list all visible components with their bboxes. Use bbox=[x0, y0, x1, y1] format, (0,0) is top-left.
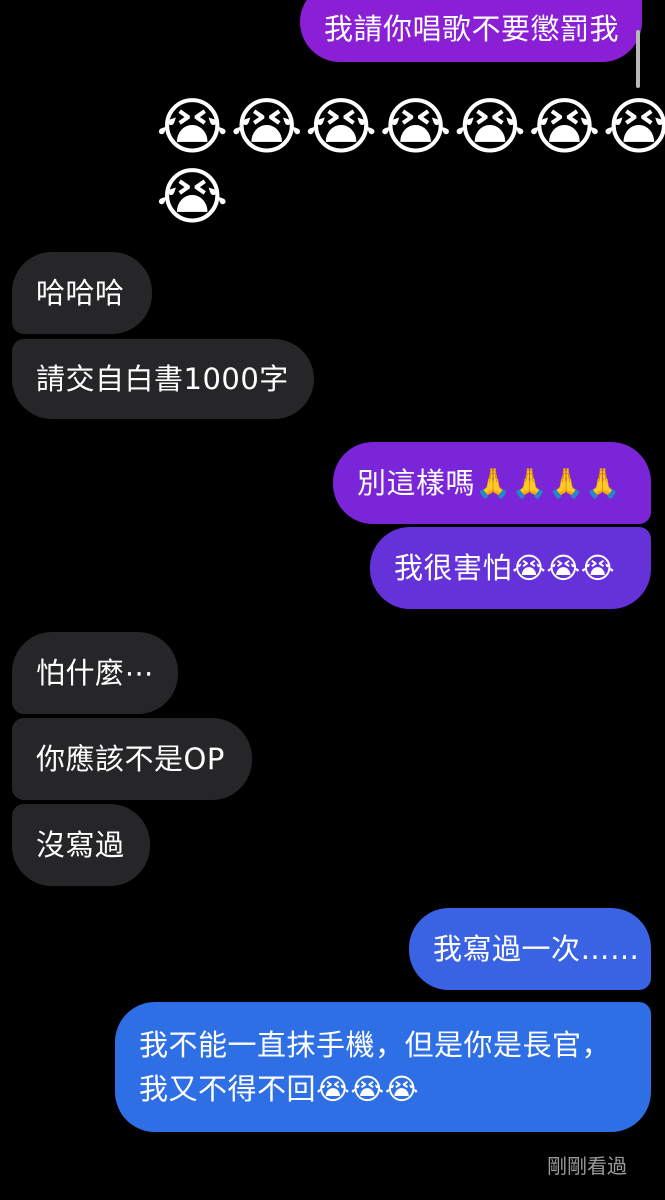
message-text-line: 我又不得不回😭😭😭 bbox=[139, 1072, 420, 1106]
scrollbar-thumb[interactable] bbox=[636, 30, 640, 88]
incoming-message-bubble[interactable]: 請交自白書1000字 bbox=[12, 339, 314, 419]
message-text: 怕什麼⋯ bbox=[36, 656, 155, 690]
message-text: 你應該不是OP bbox=[36, 742, 225, 776]
message-text: 請交自白書1000字 bbox=[36, 362, 289, 396]
incoming-message-bubble[interactable]: 沒寫過 bbox=[12, 804, 150, 886]
message-text: 我請你唱歌不要懲罰我 bbox=[324, 12, 620, 46]
outgoing-message-bubble[interactable]: 我很害怕😭😭😭 bbox=[370, 527, 651, 609]
message-text: 哈哈哈 bbox=[36, 276, 125, 310]
outgoing-emoji-message[interactable]: 😭😭😭😭😭😭😭 bbox=[156, 92, 665, 162]
crying-face-emoji: 😭 bbox=[156, 160, 231, 233]
outgoing-emoji-message[interactable]: 😭 bbox=[156, 162, 230, 232]
message-text: 我寫過一次…… bbox=[433, 932, 640, 966]
crying-face-emoji-row: 😭😭😭😭😭😭😭 bbox=[156, 90, 665, 163]
incoming-message-bubble[interactable]: 你應該不是OP bbox=[12, 718, 252, 800]
outgoing-message-bubble[interactable]: 別這樣嗎🙏🙏🙏🙏 bbox=[333, 442, 651, 524]
message-text-line: 我不能一直抹手機，但是你是長官， bbox=[139, 1028, 612, 1062]
incoming-message-bubble[interactable]: 怕什麼⋯ bbox=[12, 632, 178, 714]
outgoing-message-bubble[interactable]: 我不能一直抹手機，但是你是長官， 我又不得不回😭😭😭 bbox=[115, 1002, 651, 1132]
message-text: 我很害怕😭😭😭 bbox=[394, 551, 616, 585]
outgoing-message-bubble[interactable]: 我寫過一次…… bbox=[409, 908, 651, 990]
outgoing-message-bubble[interactable]: 我請你唱歌不要懲罰我 bbox=[300, 0, 642, 62]
message-text: 別這樣嗎🙏🙏🙏🙏 bbox=[357, 466, 622, 500]
incoming-message-bubble[interactable]: 哈哈哈 bbox=[12, 252, 152, 334]
message-text: 沒寫過 bbox=[36, 828, 125, 862]
seen-status-label: 剛剛看過 bbox=[547, 1154, 627, 1178]
